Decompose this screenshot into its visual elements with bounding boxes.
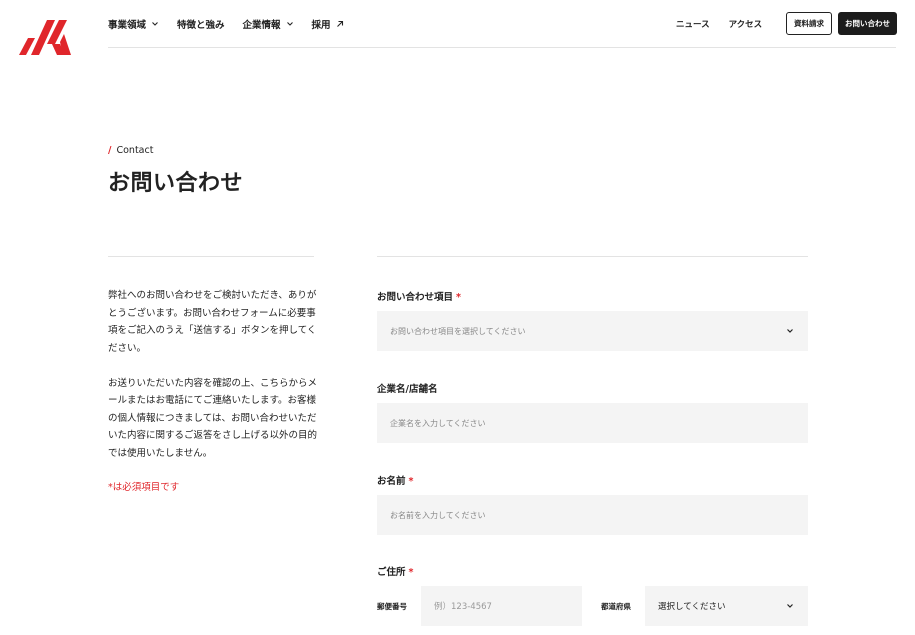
name-input[interactable]: お名前を入力してください — [377, 495, 808, 535]
input-placeholder: 企業名を入力してください — [390, 418, 486, 428]
chevron-down-icon — [787, 604, 793, 608]
select-value: 選択してください — [658, 602, 726, 612]
slash-icon: / — [108, 145, 112, 156]
zip-label: 郵便番号 — [377, 602, 407, 611]
prefecture-select[interactable]: 選択してください — [645, 586, 808, 626]
main-nav: 事業領域 特徴と強み 企業情報 採用 — [108, 17, 362, 31]
nav-item-label: 企業情報 — [242, 20, 281, 31]
intro-paragraph: お送りいただいた内容を確認の上、こちらからメールまたはお電話にてご連絡いたします… — [108, 377, 318, 459]
intro-paragraph: 弊社へのお問い合わせをご検討いただき、ありがとうございます。お問い合わせフォーム… — [108, 290, 317, 354]
address-label: ご住所 * — [377, 564, 413, 578]
breadcrumb: / Contact — [108, 145, 153, 156]
inquiry-label: お問い合わせ項目 * — [377, 289, 461, 303]
select-placeholder: お問い合わせ項目を選択してください — [390, 326, 526, 336]
nav-item-business[interactable]: 事業領域 — [108, 17, 159, 31]
chevron-down-icon — [152, 22, 158, 26]
company-input[interactable]: 企業名を入力してください — [377, 403, 808, 443]
access-link[interactable]: アクセス — [729, 18, 763, 30]
label-text: お問い合わせ項目 — [377, 292, 454, 303]
required-mark: * — [408, 476, 414, 487]
company-logo[interactable] — [18, 18, 72, 56]
prefecture-label: 都道府県 — [601, 602, 631, 611]
nav-item-company[interactable]: 企業情報 — [243, 17, 294, 31]
label-text: ご住所 — [377, 567, 406, 578]
company-label: 企業名/店舗名 — [377, 381, 437, 395]
input-placeholder: 例）123-4567 — [434, 602, 492, 612]
required-mark: * — [408, 567, 414, 578]
chevron-down-icon — [787, 329, 793, 333]
name-label: お名前 * — [377, 473, 413, 487]
divider-right — [377, 256, 808, 257]
nav-item-label: 特徴と強み — [177, 20, 225, 31]
nav-item-features[interactable]: 特徴と強み — [177, 17, 225, 31]
input-placeholder: お名前を入力してください — [390, 510, 486, 520]
sub-nav: ニュース アクセス — [676, 17, 781, 31]
intro-text: 弊社へのお問い合わせをご検討いただき、ありがとうございます。お問い合わせフォーム… — [108, 287, 318, 480]
divider-left — [108, 256, 314, 257]
eyebrow-label: Contact — [116, 145, 154, 156]
zip-input[interactable]: 例）123-4567 — [421, 586, 582, 626]
label-text: お名前 — [377, 476, 406, 487]
nav-item-label: 事業領域 — [108, 20, 147, 31]
external-arrow-icon — [336, 20, 343, 27]
nav-item-recruit[interactable]: 採用 — [312, 17, 344, 31]
chevron-down-icon — [286, 22, 293, 26]
contact-button[interactable]: お問い合わせ — [838, 12, 897, 35]
page-title: お問い合わせ — [108, 171, 244, 196]
request-documents-button[interactable]: 資料請求 — [786, 12, 832, 35]
required-note: *は必須項目です — [108, 482, 180, 493]
required-mark: * — [456, 292, 461, 303]
nav-item-label: 採用 — [311, 20, 331, 31]
news-link[interactable]: ニュース — [676, 18, 710, 30]
header-divider — [108, 47, 896, 48]
label-text: 企業名/店舗名 — [377, 384, 438, 395]
inquiry-select[interactable]: お問い合わせ項目を選択してください — [377, 311, 808, 351]
